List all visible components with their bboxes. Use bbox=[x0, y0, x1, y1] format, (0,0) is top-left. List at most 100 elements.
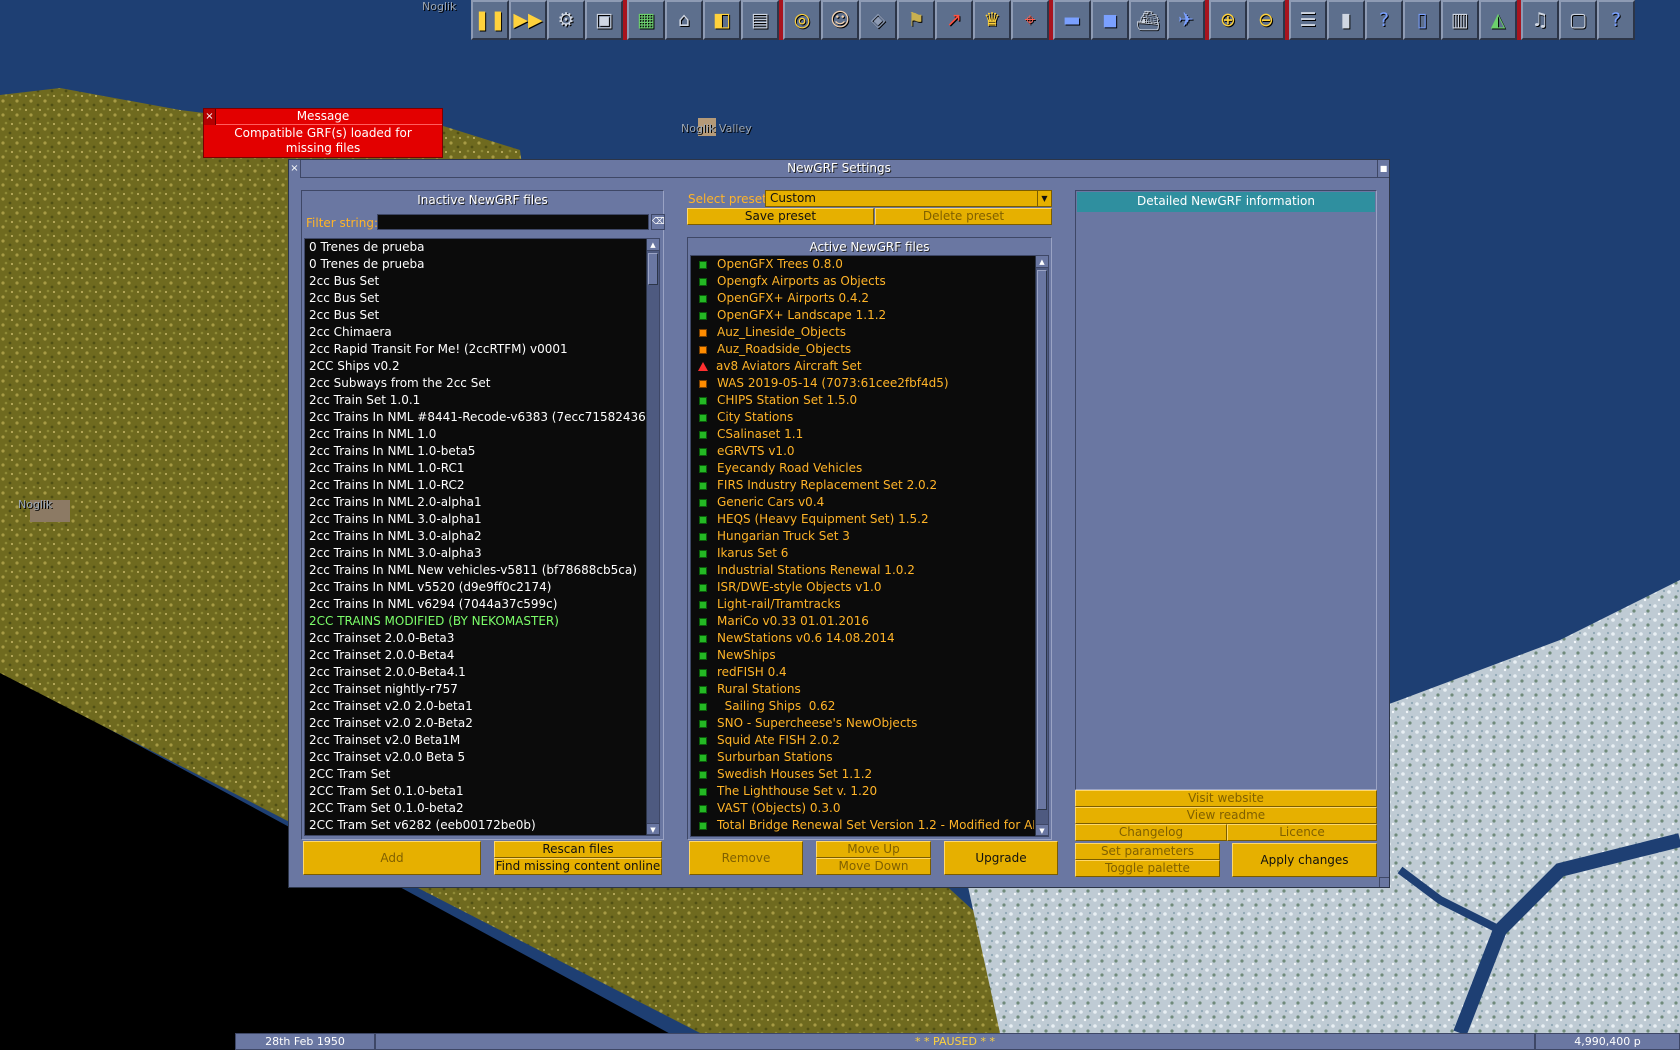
active-grf-item[interactable]: redFISH 0.4 bbox=[691, 664, 1034, 681]
message-history-icon[interactable]: ▢ bbox=[1559, 0, 1597, 40]
active-grf-item[interactable]: SNO - Supercheese's NewObjects bbox=[691, 715, 1034, 732]
inactive-grf-item[interactable]: 2cc Trains In NML v5520 (d9e9ff0c2174) bbox=[305, 579, 645, 596]
active-grf-item[interactable]: NewStations v0.6 14.08.2014 bbox=[691, 630, 1034, 647]
inactive-grf-item[interactable]: 2cc Trainset 2.0.0-Beta4 bbox=[305, 647, 645, 664]
inactive-grf-item[interactable]: 2cc Trains In NML 3.0-alpha1 bbox=[305, 511, 645, 528]
toggle-palette-button[interactable]: Toggle palette bbox=[1075, 860, 1220, 877]
active-grf-item[interactable]: Rural Stations bbox=[691, 681, 1034, 698]
move-down-button[interactable]: Move Down bbox=[816, 858, 931, 875]
inactive-grf-item[interactable]: 2cc Trains In NML 1.0-RC1 bbox=[305, 460, 645, 477]
inactive-grf-item[interactable]: 2cc Trains In NML v6294 (7044a37c599c) bbox=[305, 596, 645, 613]
find-missing-content-button[interactable]: Find missing content online bbox=[494, 858, 662, 875]
preset-dropdown[interactable]: Custom ▼ bbox=[765, 190, 1052, 207]
zoom-out-icon[interactable]: ⊖ bbox=[1247, 0, 1285, 40]
inactive-grf-item[interactable]: 2cc Trains In NML 2.0-alpha1 bbox=[305, 494, 645, 511]
inactive-grf-item[interactable]: 2cc Train Set 1.0.1 bbox=[305, 392, 645, 409]
industry-icon[interactable]: ⌖ bbox=[1011, 0, 1049, 40]
inactive-grf-item[interactable]: 2CC TRAINS MODIFIED (BY NEKOMASTER) bbox=[305, 613, 645, 630]
town-label[interactable]: Noglik Valley bbox=[681, 122, 752, 135]
active-grf-item[interactable]: MariCo v0.33 01.01.2016 bbox=[691, 613, 1034, 630]
league-table-icon[interactable]: ♛ bbox=[973, 0, 1011, 40]
save-preset-button[interactable]: Save preset bbox=[687, 208, 874, 225]
world-map-icon[interactable]: ▦ bbox=[627, 0, 665, 40]
active-grf-item[interactable]: Industrial Stations Renewal 1.0.2 bbox=[691, 562, 1034, 579]
inactive-grf-item[interactable]: 0 Trenes de prueba bbox=[305, 256, 645, 273]
active-grf-item[interactable]: Eyecandy Road Vehicles bbox=[691, 460, 1034, 477]
inactive-grf-item[interactable]: 2CC Tram Set 0.1.0-beta1 bbox=[305, 783, 645, 800]
active-grf-item[interactable]: Squid Ate FISH 2.0.2 bbox=[691, 732, 1034, 749]
build-water-icon[interactable]: ▯ bbox=[1403, 0, 1441, 40]
remove-button[interactable]: Remove bbox=[689, 841, 803, 875]
scroll-thumb[interactable] bbox=[648, 253, 658, 285]
finances-icon[interactable]: ◎ bbox=[783, 0, 821, 40]
active-grf-item[interactable]: CSalinaset 1.1 bbox=[691, 426, 1034, 443]
delete-preset-button[interactable]: Delete preset bbox=[875, 208, 1052, 225]
active-grf-item[interactable]: Surburban Stations bbox=[691, 749, 1034, 766]
scroll-up-icon[interactable]: ▲ bbox=[647, 239, 659, 251]
town-label[interactable]: Noglik bbox=[18, 498, 52, 511]
close-icon[interactable]: × bbox=[289, 160, 301, 178]
inactive-grf-item[interactable]: 2cc Trainset 2.0.0-Beta4.1 bbox=[305, 664, 645, 681]
inactive-grf-item[interactable]: 2cc Chimaera bbox=[305, 324, 645, 341]
active-grf-item[interactable]: Opengfx Airports as Objects bbox=[691, 273, 1034, 290]
active-grf-item[interactable]: CHIPS Station Set 1.5.0 bbox=[691, 392, 1034, 409]
inactive-grf-item[interactable]: 2cc Trainset 2.0.0-Beta3 bbox=[305, 630, 645, 647]
help-icon[interactable]: ? bbox=[1597, 0, 1635, 40]
inactive-grf-item[interactable]: 2cc Rapid Transit For Me! (2ccRTFM) v000… bbox=[305, 341, 645, 358]
view-readme-button[interactable]: View readme bbox=[1075, 807, 1377, 824]
town-label[interactable]: Noglik bbox=[422, 0, 456, 13]
station-list-icon[interactable]: ▤ bbox=[741, 0, 779, 40]
inactive-grf-item[interactable]: 2cc Trains In NML 3.0-alpha3 bbox=[305, 545, 645, 562]
window-titlebar[interactable]: × NewGRF Settings ■ bbox=[289, 160, 1389, 178]
active-grf-item[interactable]: HEQS (Heavy Equipment Set) 1.5.2 bbox=[691, 511, 1034, 528]
subsidies-icon[interactable]: ◧ bbox=[703, 0, 741, 40]
rescan-files-button[interactable]: Rescan files bbox=[494, 841, 662, 858]
active-grf-item[interactable]: City Stations bbox=[691, 409, 1034, 426]
fast-forward-icon[interactable]: ▶▶ bbox=[509, 0, 547, 40]
inactive-grf-item[interactable]: 2cc Bus Set bbox=[305, 290, 645, 307]
active-scrollbar[interactable]: ▲ ▼ bbox=[1035, 256, 1048, 836]
status-paused[interactable]: * * PAUSED * * bbox=[375, 1033, 1535, 1050]
clear-filter-button[interactable]: ⌫ bbox=[651, 214, 665, 230]
active-list[interactable]: OpenGFX Trees 0.8.0 Opengfx Airports as O… bbox=[690, 255, 1049, 837]
zoom-in-icon[interactable]: ⊕ bbox=[1209, 0, 1247, 40]
filter-input[interactable] bbox=[377, 214, 649, 230]
active-grf-item[interactable]: Auz_Roadside_Objects bbox=[691, 341, 1034, 358]
story-book-icon[interactable]: ◈ bbox=[859, 0, 897, 40]
scroll-down-icon[interactable]: ▼ bbox=[1036, 824, 1048, 836]
ship-list-icon[interactable]: ⛴ bbox=[1129, 0, 1167, 40]
status-date[interactable]: 28th Feb 1950 bbox=[235, 1033, 375, 1050]
scroll-down-icon[interactable]: ▼ bbox=[647, 823, 659, 835]
upgrade-button[interactable]: Upgrade bbox=[944, 841, 1058, 875]
inactive-grf-item[interactable]: 2cc Trains In NML 1.0-RC2 bbox=[305, 477, 645, 494]
active-grf-item[interactable]: OpenGFX Trees 0.8.0 bbox=[691, 256, 1034, 273]
active-grf-item[interactable]: WAS 2019-05-14 (7073:61cee2fbf4d5) bbox=[691, 375, 1034, 392]
active-grf-item[interactable]: Sailing Ships 0.62 bbox=[691, 698, 1034, 715]
sticky-pin-icon[interactable]: ■ bbox=[1377, 160, 1389, 178]
add-button[interactable]: Add bbox=[303, 841, 481, 875]
active-grf-item[interactable]: Light-rail/Tramtracks bbox=[691, 596, 1034, 613]
landscaping-icon[interactable]: ◭ bbox=[1479, 0, 1517, 40]
inactive-scrollbar[interactable]: ▲ ▼ bbox=[646, 239, 659, 835]
company-manager-icon[interactable]: ☺ bbox=[821, 0, 859, 40]
inactive-grf-item[interactable]: 2cc Trainset v2.0 Beta1M bbox=[305, 732, 645, 749]
pause-icon[interactable]: ❚❚ bbox=[471, 0, 509, 40]
inactive-grf-item[interactable]: 2cc Bus Set bbox=[305, 273, 645, 290]
inactive-grf-item[interactable]: 2cc Trainset v2.0.0 Beta 5 bbox=[305, 749, 645, 766]
inactive-list[interactable]: 0 Trenes de prueba 0 Trenes de prueba 2cc … bbox=[304, 238, 660, 836]
move-up-button[interactable]: Move Up bbox=[816, 841, 931, 858]
scroll-thumb[interactable] bbox=[1037, 270, 1047, 810]
active-grf-item[interactable]: FIRS Industry Replacement Set 2.0.2 bbox=[691, 477, 1034, 494]
inactive-grf-item[interactable]: 0 Trenes de prueba bbox=[305, 239, 645, 256]
build-road-icon[interactable]: ▮ bbox=[1327, 0, 1365, 40]
inactive-grf-item[interactable]: 2CC Tram Set v6282 (eeb00172be0b) bbox=[305, 817, 645, 834]
build-railway-icon[interactable]: ☰ bbox=[1289, 0, 1327, 40]
active-grf-item[interactable]: Hungarian Truck Set 3 bbox=[691, 528, 1034, 545]
inactive-grf-item[interactable]: 2cc Trains In NML 3.0-alpha2 bbox=[305, 528, 645, 545]
active-grf-item[interactable]: eGRVTS v1.0 bbox=[691, 443, 1034, 460]
active-grf-item[interactable]: OpenGFX+ Landscape 1.1.2 bbox=[691, 307, 1034, 324]
inactive-grf-item[interactable]: 2cc Trainset nightly-r757 bbox=[305, 681, 645, 698]
inactive-grf-item[interactable]: 2cc Trainset v2.0 2.0-Beta2 bbox=[305, 715, 645, 732]
active-grf-item[interactable]: Auz_Lineside_Objects bbox=[691, 324, 1034, 341]
aircraft-list-icon[interactable]: ✈ bbox=[1167, 0, 1205, 40]
